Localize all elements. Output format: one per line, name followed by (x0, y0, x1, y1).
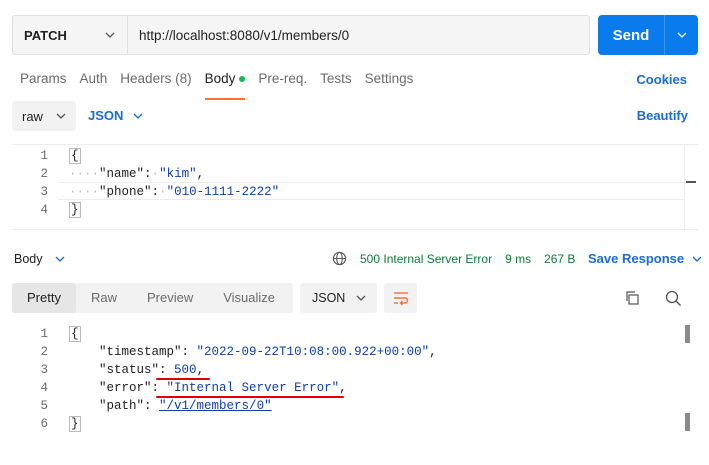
code-line: 2 "timestamp": "2022-09-22T10:08:00.922+… (12, 343, 698, 361)
tab-settings[interactable]: Settings (365, 70, 414, 94)
save-response-label: Save Response (588, 251, 685, 266)
line-number: 4 (40, 203, 48, 217)
chevron-down-icon (677, 32, 686, 38)
send-dropdown[interactable] (665, 15, 698, 55)
tab-pre-request[interactable]: Pre-req. (258, 70, 307, 94)
json-value: "kim" (159, 167, 197, 181)
request-body-editor[interactable]: 1 { 2 ····"name":·"kim", 3 ····"phone":·… (12, 144, 698, 230)
scrollbar-thumb[interactable] (686, 181, 696, 183)
tab-body[interactable]: Body (204, 70, 246, 100)
line-number: 5 (40, 399, 48, 413)
response-scrollbar[interactable] (682, 325, 690, 465)
json-value-link[interactable]: "/v1/members/0" (159, 399, 272, 413)
line-number: 2 (40, 167, 48, 181)
line-number: 6 (40, 417, 48, 431)
cookies-link[interactable]: Cookies (636, 72, 687, 87)
scrollbar-thumb[interactable] (685, 413, 690, 431)
annotation-underline (156, 396, 344, 398)
response-status-row: 500 Internal Server Error 9 ms 267 B (332, 251, 575, 266)
copy-icon[interactable] (624, 290, 640, 306)
json-value: 500 (174, 363, 197, 377)
body-mode-select[interactable]: raw (12, 101, 76, 131)
code-line: 5 "path": "/v1/members/0" (12, 397, 698, 415)
line-number: 3 (40, 185, 48, 199)
body-format-label: JSON (88, 108, 124, 123)
open-brace: { (69, 148, 81, 164)
url-input[interactable]: http://localhost:8080/v1/members/0 (128, 28, 349, 43)
response-format-select[interactable]: JSON (300, 283, 377, 313)
tab-params[interactable]: Params (20, 70, 67, 94)
line-number: 2 (40, 345, 48, 359)
tab-body-label: Body (204, 71, 236, 86)
json-value: "010-1111-2222" (166, 185, 280, 199)
modified-dot-icon (239, 76, 246, 83)
close-brace: } (69, 416, 81, 432)
request-scrollbar[interactable] (684, 145, 698, 229)
tab-preview[interactable]: Preview (132, 283, 208, 313)
chevron-down-icon (356, 295, 366, 301)
wrap-lines-button[interactable] (384, 283, 417, 313)
response-size[interactable]: 267 B (544, 252, 575, 266)
method-select[interactable]: PATCH (13, 16, 128, 54)
response-time[interactable]: 9 ms (505, 252, 531, 266)
json-value: "Internal Server Error" (166, 381, 340, 395)
body-mode-label: raw (22, 108, 43, 124)
json-key: "name" (99, 167, 145, 181)
code-line: 4 } (12, 201, 698, 219)
chevron-down-icon (133, 113, 143, 119)
json-key: "status" (99, 363, 160, 377)
scrollbar-thumb[interactable] (685, 325, 690, 343)
send-button[interactable]: Send (598, 15, 665, 55)
chevron-down-icon (56, 113, 66, 119)
chevron-down-icon (692, 256, 702, 262)
json-value: "2022-09-22T10:08:00.922+00:00" (196, 345, 430, 359)
line-number: 1 (40, 149, 48, 163)
save-response-button[interactable]: Save Response (588, 251, 702, 266)
body-format-select[interactable]: JSON (88, 108, 143, 123)
code-line: 6 } (12, 415, 698, 433)
line-number: 3 (40, 363, 48, 377)
tab-auth[interactable]: Auth (80, 70, 108, 94)
tab-raw[interactable]: Raw (76, 283, 132, 313)
line-number: 1 (40, 327, 48, 341)
json-key: "phone" (99, 185, 152, 199)
beautify-button[interactable]: Beautify (637, 108, 688, 123)
response-format-label: JSON (312, 291, 346, 305)
annotation-underline (156, 378, 210, 380)
tab-pretty[interactable]: Pretty (12, 283, 76, 313)
response-body-viewer[interactable]: 1 { 2 "timestamp": "2022-09-22T10:08:00.… (12, 325, 698, 465)
chevron-down-icon (105, 32, 115, 38)
code-line: 4 "error": "Internal Server Error", (12, 379, 698, 397)
send-button-group: Send (598, 15, 698, 55)
response-section-select[interactable]: Body (14, 252, 65, 266)
code-line: 2 ····"name":·"kim", (12, 165, 698, 183)
response-view-tabs: Pretty Raw Preview Visualize (12, 283, 293, 313)
request-tabs: Params Auth Headers (8) Body Pre-req. Te… (20, 70, 426, 100)
search-icon[interactable] (665, 290, 682, 307)
status-code[interactable]: 500 Internal Server Error (360, 252, 492, 266)
tab-headers[interactable]: Headers (8) (120, 70, 191, 94)
tab-tests[interactable]: Tests (320, 70, 352, 94)
method-label: PATCH (24, 27, 67, 43)
json-key: "path" (99, 399, 145, 413)
tab-visualize[interactable]: Visualize (208, 283, 290, 313)
chevron-down-icon (55, 256, 64, 262)
json-key: "timestamp" (99, 345, 182, 359)
url-bar: PATCH http://localhost:8080/v1/members/0 (12, 15, 590, 55)
json-key: "error" (99, 381, 152, 395)
response-section-label: Body (14, 252, 43, 266)
globe-icon[interactable] (332, 251, 347, 266)
open-brace: { (69, 326, 81, 342)
code-line: 1 { (12, 325, 698, 343)
wrap-icon (393, 292, 408, 306)
code-line: 1 { (12, 147, 698, 165)
line-number: 4 (40, 381, 48, 395)
close-brace: } (69, 202, 81, 218)
code-line: 3 "status": 500, (12, 361, 698, 379)
code-line: 3 ····"phone":·"010-1111-2222" (12, 183, 698, 201)
